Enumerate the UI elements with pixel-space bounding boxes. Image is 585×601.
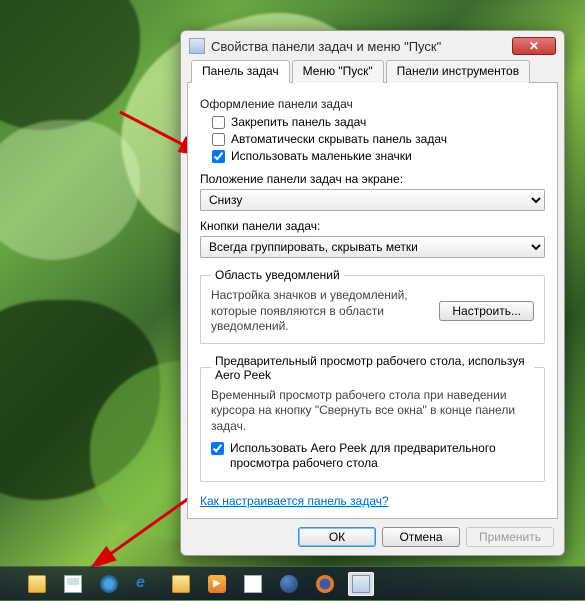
tab-taskbar[interactable]: Панель задач [191, 60, 290, 83]
label-position: Положение панели задач на экране: [200, 172, 545, 186]
taskbar-icon-firefox[interactable] [312, 572, 338, 596]
tab-label: Меню "Пуск" [303, 64, 373, 78]
checkbox-lock-taskbar[interactable] [212, 116, 225, 129]
dialog-title: Свойства панели задач и меню "Пуск" [211, 39, 512, 54]
notification-text: Настройка значков и уведомлений, которые… [211, 288, 431, 335]
taskbar-icon-wmp[interactable]: ▶ [204, 572, 230, 596]
wmp-icon: ▶ [208, 575, 226, 593]
close-icon: ✕ [529, 39, 539, 53]
wallpaper-leaf [0, 120, 140, 260]
checkbox-autohide[interactable] [212, 133, 225, 146]
taskbar-icon-mail[interactable] [60, 572, 86, 596]
taskbar-icon-properties-active[interactable] [348, 572, 374, 596]
group-notification-area: Область уведомлений Настройка значков и … [200, 268, 545, 344]
apply-button[interactable]: Применить [466, 527, 554, 547]
notification-customize-button[interactable]: Настроить... [439, 301, 534, 321]
group-legend: Область уведомлений [211, 268, 344, 282]
taskbar-properties-dialog: Свойства панели задач и меню "Пуск" ✕ Па… [180, 30, 565, 556]
aero-peek-text: Временный просмотр рабочего стола при на… [211, 388, 534, 435]
folder-icon [172, 575, 190, 593]
taskbar-icon-notes[interactable] [240, 572, 266, 596]
dialog-titlebar[interactable]: Свойства панели задач и меню "Пуск" ✕ [187, 37, 558, 59]
group-aero-peek: Предварительный просмотр рабочего стола,… [200, 354, 545, 482]
wallpaper-leaf [0, 0, 140, 130]
mail-icon [64, 575, 82, 593]
tab-strip: Панель задач Меню "Пуск" Панели инструме… [187, 60, 558, 83]
checkbox-aero-peek[interactable] [211, 442, 224, 455]
checkbox-lock-taskbar-label[interactable]: Закрепить панель задач [231, 115, 366, 130]
tab-toolbars[interactable]: Панели инструментов [386, 60, 530, 83]
properties-icon [352, 575, 370, 593]
close-button[interactable]: ✕ [512, 37, 556, 55]
select-buttons-mode[interactable]: Всегда группировать, скрывать метки [200, 236, 545, 258]
tab-start-menu[interactable]: Меню "Пуск" [292, 60, 384, 83]
checkbox-aero-peek-label[interactable]: Использовать Aero Peek для предварительн… [230, 441, 534, 471]
dialog-title-icon [189, 38, 205, 54]
tab-label: Панель задач [202, 64, 279, 78]
section-appearance: Оформление панели задач [200, 97, 545, 111]
cancel-button[interactable]: Отмена [382, 527, 460, 547]
taskbar-icon-libraries[interactable] [168, 572, 194, 596]
checkbox-small-icons[interactable] [212, 150, 225, 163]
taskbar-icon-ie[interactable]: e [132, 572, 158, 596]
group-legend: Предварительный просмотр рабочего стола,… [211, 354, 534, 382]
tab-label: Панели инструментов [397, 64, 519, 78]
taskbar-icon-explorer[interactable] [24, 572, 50, 596]
media-icon [100, 575, 118, 593]
label-buttons-mode: Кнопки панели задач: [200, 219, 545, 233]
dialog-button-row: ОК Отмена Применить [187, 519, 558, 549]
help-link-taskbar[interactable]: Как настраивается панель задач? [200, 494, 389, 508]
start-button-slice[interactable] [4, 567, 14, 601]
checkbox-autohide-label[interactable]: Автоматически скрывать панель задач [231, 132, 447, 147]
ok-button[interactable]: ОК [298, 527, 376, 547]
windows-taskbar[interactable]: e ▶ [0, 566, 585, 600]
globe-icon [280, 575, 298, 593]
tab-panel-taskbar: Оформление панели задач Закрепить панель… [187, 82, 558, 519]
taskbar-icon-mediacenter[interactable] [96, 572, 122, 596]
taskbar-icon-browser[interactable] [276, 572, 302, 596]
checkbox-small-icons-label[interactable]: Использовать маленькие значки [231, 149, 412, 164]
select-taskbar-position[interactable]: Снизу [200, 189, 545, 211]
folder-icon [28, 575, 46, 593]
firefox-icon [316, 575, 334, 593]
ie-icon: e [136, 575, 154, 593]
note-icon [244, 575, 262, 593]
